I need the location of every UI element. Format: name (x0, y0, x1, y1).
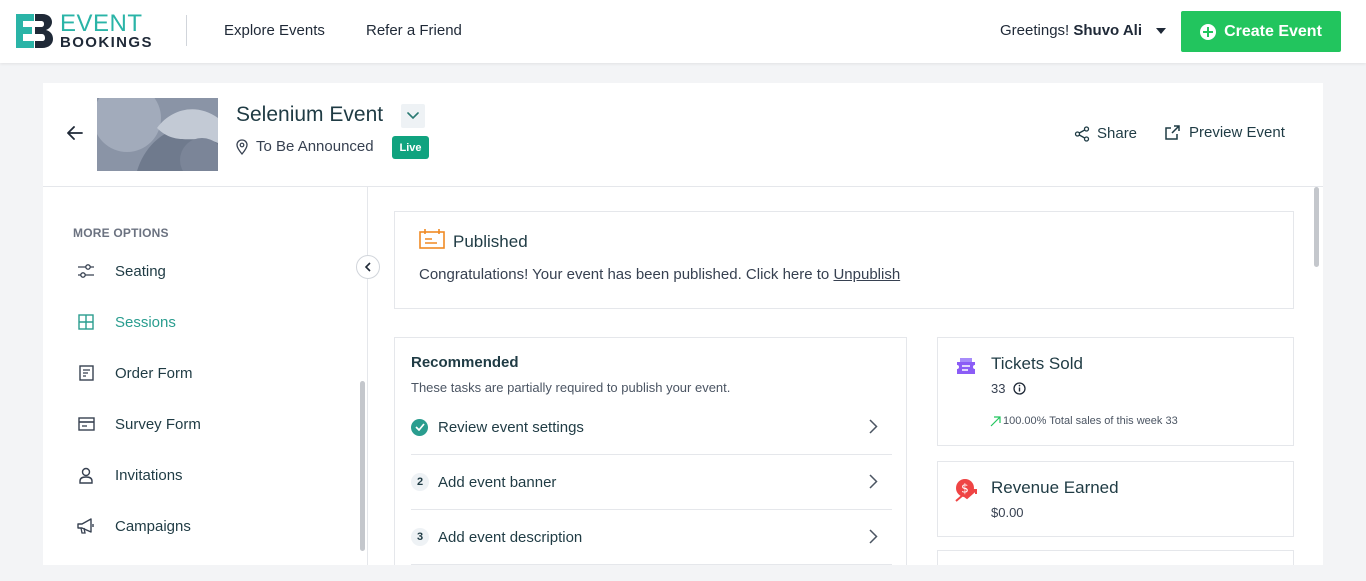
more-options-heading: MORE OPTIONS (73, 226, 169, 240)
card-icon (77, 415, 95, 433)
chevron-right-icon (869, 474, 878, 489)
logo-text-bookings: BOOKINGS (60, 34, 153, 51)
sidebar-scrollbar[interactable] (360, 381, 365, 551)
published-notice: Published Congratulations! Your event ha… (394, 211, 1294, 309)
user-name: Shuvo Ali (1073, 22, 1142, 39)
recommended-tasks-panel: Recommended These tasks are partially re… (394, 337, 907, 565)
info-icon[interactable] (1013, 382, 1027, 395)
sidebar-item-order-form[interactable]: Order Form (77, 361, 193, 385)
svg-text:$: $ (961, 482, 969, 496)
published-title: Published (453, 232, 528, 251)
nav-refer-a-friend[interactable]: Refer a Friend (366, 22, 462, 39)
recommended-subtitle: These tasks are partially required to pu… (411, 380, 731, 395)
top-navbar: EVENT BOOKINGS Explore Events Refer a Fr… (0, 0, 1366, 63)
sidebar-item-label: Order Form (115, 364, 193, 382)
external-link-icon (1165, 125, 1180, 140)
chevron-right-icon (869, 419, 878, 434)
ticket-calendar-icon (419, 229, 445, 249)
share-icon (1074, 125, 1090, 142)
create-event-button[interactable]: Create Event (1181, 11, 1341, 52)
megaphone-icon (77, 517, 95, 535)
user-greeting-menu[interactable]: Greetings! Shuvo Ali (1000, 22, 1142, 39)
caret-down-icon[interactable] (1156, 28, 1166, 34)
event-header: Selenium Event To Be Announced Live Shar… (43, 83, 1323, 187)
sidebar-item-label: Invitations (115, 466, 183, 484)
event-switcher-dropdown[interactable] (401, 104, 425, 128)
sidebar-item-label: Seating (115, 262, 166, 280)
sidebar-item-label: Campaigns (115, 517, 191, 535)
recommended-title: Recommended (411, 354, 519, 371)
published-message: Congratulations! Your event has been pub… (419, 266, 900, 283)
revenue-earned-title: Revenue Earned (991, 478, 1119, 497)
trend-up-arrow-icon (990, 415, 1001, 426)
share-label: Share (1097, 125, 1138, 142)
task-add-event-banner[interactable]: 2 Add event banner (411, 455, 892, 510)
preview-event-button[interactable]: Preview Event (1164, 124, 1285, 141)
more-options-sidebar: MORE OPTIONS Seating Sessions Order Form… (43, 187, 380, 565)
event-location: To Be Announced (236, 138, 374, 155)
task-number-badge: 3 (411, 528, 429, 546)
preview-event-label: Preview Event (1189, 124, 1285, 141)
tickets-icon (957, 358, 975, 374)
map-pin-icon (236, 138, 248, 155)
revenue-growth-icon: $ (955, 479, 977, 502)
thumbnail-pattern-icon (97, 98, 218, 171)
task-label: Review event settings (438, 418, 584, 436)
tickets-sold-trend: 100.00% Total sales of this week 33 (990, 415, 1178, 427)
tickets-sold-value: 33 (991, 381, 1006, 396)
task-label: Add event banner (438, 473, 557, 491)
sidebar-item-sessions[interactable]: Sessions (77, 310, 176, 334)
tickets-sold-value-row: 33 (991, 381, 1027, 396)
sidebar-item-seating[interactable]: Seating (77, 259, 166, 283)
event-thumbnail (97, 98, 218, 171)
sidebar-item-invitations[interactable]: Invitations (77, 463, 183, 487)
nav-divider (186, 15, 187, 46)
sidebar-item-survey-form[interactable]: Survey Form (77, 412, 201, 436)
chevron-down-icon (407, 112, 419, 120)
published-message-text: Congratulations! Your event has been pub… (419, 266, 830, 283)
share-button[interactable]: Share (1074, 125, 1137, 142)
task-add-event-description[interactable]: 3 Add event description (411, 510, 892, 565)
check-circle-icon (411, 418, 428, 436)
sliders-icon (77, 262, 95, 280)
user-icon (77, 466, 95, 484)
tickets-sold-note: 100.00% Total sales of this week 33 (1003, 415, 1178, 427)
logo-text-event: EVENT (60, 10, 143, 37)
back-arrow-icon[interactable] (67, 125, 83, 141)
revenue-earned-card: $ Revenue Earned $0.00 (937, 461, 1294, 537)
sidebar-item-label: Survey Form (115, 415, 201, 433)
grid-icon (77, 313, 95, 331)
eb-logo-mark-icon (16, 14, 53, 48)
tickets-sold-card: Tickets Sold 33 100.00% Total sales of t… (937, 337, 1294, 446)
event-dashboard-card: Selenium Event To Be Announced Live Shar… (43, 83, 1323, 565)
task-number-badge: 2 (411, 473, 429, 491)
task-review-event-settings[interactable]: Review event settings (411, 400, 892, 455)
main-content: Published Congratulations! Your event ha… (369, 187, 1323, 565)
main-content-scrollbar[interactable] (1314, 187, 1319, 267)
live-status-badge: Live (392, 136, 429, 159)
nav-explore-events[interactable]: Explore Events (224, 22, 325, 39)
event-title: Selenium Event (236, 103, 384, 126)
sidebar-item-campaigns[interactable]: Campaigns (77, 514, 191, 538)
form-icon (77, 364, 95, 382)
create-event-label: Create Event (1224, 22, 1322, 40)
revenue-earned-value: $0.00 (991, 505, 1024, 520)
tickets-sold-title: Tickets Sold (991, 354, 1083, 373)
event-bookings-logo[interactable]: EVENT BOOKINGS (14, 12, 164, 52)
sidebar-item-label: Sessions (115, 313, 176, 331)
next-stat-card (937, 550, 1294, 565)
location-text: To Be Announced (256, 138, 374, 155)
greeting-prefix: Greetings! (1000, 22, 1070, 39)
plus-circle-icon (1200, 23, 1217, 40)
chevron-right-icon (869, 529, 878, 544)
unpublish-link[interactable]: Unpublish (833, 266, 900, 283)
task-label: Add event description (438, 528, 583, 546)
